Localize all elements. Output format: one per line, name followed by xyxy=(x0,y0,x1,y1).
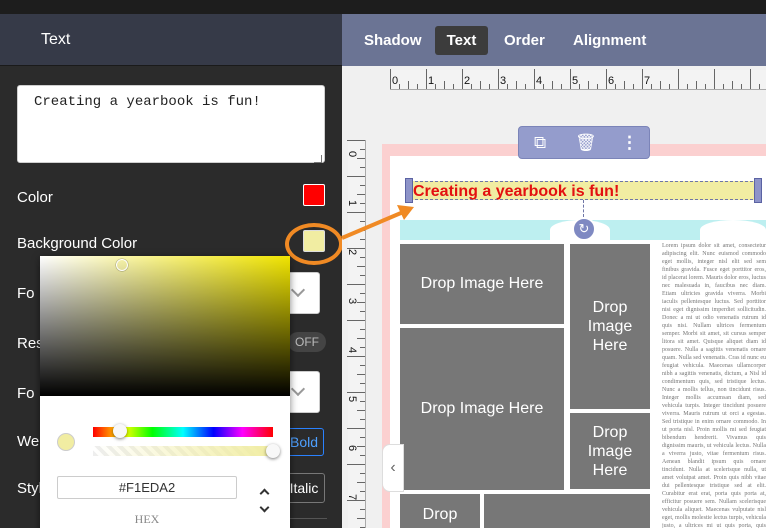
pointer-arrow xyxy=(341,205,414,240)
arrow-line xyxy=(341,208,409,240)
